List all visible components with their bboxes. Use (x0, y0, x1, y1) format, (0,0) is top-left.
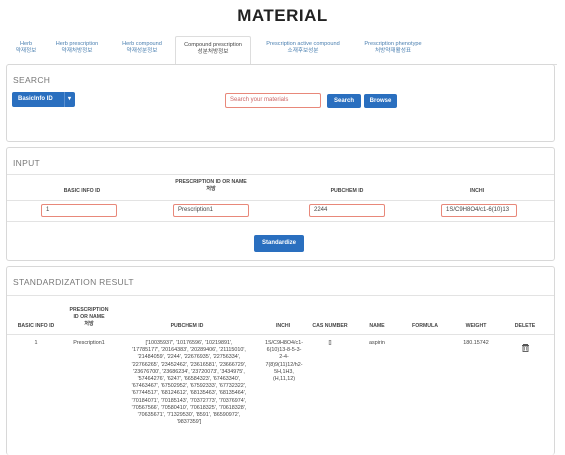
trash-icon[interactable] (521, 339, 530, 352)
search-button[interactable]: Search (327, 94, 361, 108)
input-panel-title: INPUT (13, 158, 40, 168)
row-pubchem-ids: ['10035937', '10176596', '10219891', '17… (119, 340, 259, 426)
tab-prescription-active-compound-label: Prescription active compound (266, 41, 340, 47)
page-title: MATERIAL (237, 6, 328, 25)
input-header-inchi: INCHI (469, 188, 485, 194)
row-inchi: 1S/C9H8O4/c1- 6(10)13-8-5-3- 2-4- 7(8)9(… (261, 340, 307, 383)
inchi-line: 1S/C9H8O4/c1- (264, 340, 304, 346)
input-panel: INPUT BASIC INFO ID PRESCRIPTION ID OR N… (6, 147, 555, 261)
input-header-basic-info-id: BASIC INFO ID (63, 188, 101, 194)
tab-herb-prescription-ko: 약재처방정보 (61, 48, 93, 54)
search-panel-title: SEARCH (13, 75, 51, 85)
tab-compound-prescription-ko: 성분처방정보 (197, 49, 229, 55)
tab-herb-ko: 약재정보 (15, 48, 37, 54)
tab-prescription-phenotype-ko: 처방약재활성표 (374, 48, 412, 54)
result-header-inchi: INCHI (275, 323, 291, 329)
tab-prescription-active-compound[interactable]: Prescription active compound 소재후보성분 (255, 36, 351, 63)
basic-info-id-field[interactable]: 1 (41, 204, 117, 217)
search-input-placeholder: Search your materials (230, 97, 289, 103)
pubchem-line: '67463467', '67502952', '67592333', '677… (131, 383, 247, 390)
pubchem-line: '22766265', '23452462', '23616581', '236… (131, 361, 247, 368)
pubchem-line: '70184071', '70185143', '70372773', '703… (131, 397, 247, 404)
input-row-bottom-divider (7, 221, 554, 222)
input-header-bottom-divider (7, 200, 554, 201)
tab-prescription-phenotype-label: Prescription phenotype (364, 41, 422, 47)
row-name: aspirin (369, 340, 385, 346)
pubchem-line: '67744517', '68124612', '68135463', '681… (131, 390, 247, 397)
input-header-prescription-ko: 처방 (206, 186, 216, 192)
input-header-pubchem-id: PUBCHEM ID (330, 188, 364, 194)
inchi-line: 2-4- (279, 354, 289, 361)
tab-compound-prescription-label: Compound prescription (184, 42, 242, 48)
result-panel-title: STANDARDIZATION RESULT (13, 277, 134, 287)
inchi-line: 7(8)9(11)12/h2- (265, 361, 303, 368)
row-prescription: Prescription1 (73, 340, 105, 346)
pubchem-line: '9837359'] (176, 419, 202, 426)
inchi-line: 6(10)13-8-5-3- (266, 347, 302, 354)
tab-herb-compound-ko: 약재성분정보 (126, 48, 158, 54)
inchi-line: (H,11,12) (272, 376, 296, 383)
search-field-dropdown[interactable]: BasicInfo ID ▾ (12, 92, 75, 107)
result-header-delete: DELETE (514, 323, 536, 329)
pubchem-line: '70635671', '71329530', '8591', '8659097… (137, 412, 241, 419)
pubchem-id-field[interactable]: 2244 (309, 204, 385, 217)
tab-herb-label: Herb (19, 41, 33, 47)
input-header-prescription: PRESCRIPTION ID OR NAME 처방 (167, 179, 255, 193)
pubchem-line: '21484059', '2244', '22676935', '2275633… (137, 354, 241, 361)
result-header-pubchem-id: PUBCHEM ID (170, 323, 204, 329)
tab-herb-prescription-label: Herb prescription (55, 41, 99, 47)
result-header-formula: FORMULA (412, 323, 438, 329)
tab-prescription-active-compound-ko: 소재후보성분 (287, 48, 319, 54)
result-header-prescription: PRESCRIPTION ID OR NAME 처방 (63, 307, 115, 328)
standardize-button[interactable]: Standardize (254, 235, 304, 252)
dropdown-divider (64, 92, 65, 107)
tab-herb-compound[interactable]: Herb compound 약재성분정보 (112, 36, 172, 63)
result-header-cas-number: CAS NUMBER (312, 323, 348, 329)
result-header-weight: WEIGHT (465, 323, 487, 329)
tab-herb-prescription[interactable]: Herb prescription 약재처방정보 (46, 36, 108, 63)
search-field-dropdown-label: BasicInfo ID (18, 96, 53, 102)
tab-prescription-phenotype[interactable]: Prescription phenotype 처방약재활성표 (354, 36, 432, 63)
input-header-prescription-en: PRESCRIPTION ID OR NAME (175, 179, 247, 185)
inchi-line: 5H,1H3, (274, 368, 294, 375)
result-header-basic-info-id: BASIC INFO ID (17, 323, 55, 329)
row-basic-info-id: 1 (34, 340, 38, 346)
result-header-prescription-l1: PRESCRIPTION (69, 307, 109, 313)
pubchem-line: '23676700', '23686234', '23720073', '343… (133, 368, 245, 375)
caret-down-icon: ▾ (68, 96, 72, 102)
pubchem-line: '17785177', '20164383', '20289406', '211… (132, 347, 246, 354)
inchi-field[interactable]: 1S/C9H8O4/c1-6(10)13 (441, 204, 517, 217)
tab-compound-prescription[interactable]: Compound prescription 성분처방정보 (175, 36, 251, 65)
tab-herb-compound-label: Herb compound (122, 41, 162, 47)
tab-herb[interactable]: Herb 약재정보 (12, 36, 40, 63)
tab-bar: Herb 약재정보 Herb prescription 약재처방정보 Herb co… (8, 36, 557, 65)
row-weight: 180.15742 (463, 340, 489, 346)
result-header-prescription-l2: ID OR NAME (73, 314, 105, 320)
result-header-top-divider (7, 295, 554, 296)
prescription-field[interactable]: Prescription1 (173, 204, 249, 217)
pubchem-line: '57464276', '6247', '66584323', '6746334… (137, 376, 241, 383)
result-panel: STANDARDIZATION RESULT BASIC INFO ID PRE… (6, 266, 555, 455)
pubchem-line: '70567566', '70580410', '70618325', '706… (131, 404, 247, 411)
search-input[interactable]: Search your materials (225, 93, 321, 108)
result-header-prescription-l3: 처방 (84, 321, 94, 327)
result-header-bottom-divider (7, 334, 554, 335)
result-header-name: NAME (369, 323, 385, 329)
row-cas-number: [] (328, 340, 332, 346)
pubchem-line: ['10035937', '10176596', '10219891', (145, 340, 233, 346)
browse-button[interactable]: Browse (364, 94, 397, 108)
input-header-top-divider (7, 174, 554, 175)
search-panel: SEARCH BasicInfo ID ▾ Search your materi… (6, 64, 555, 142)
